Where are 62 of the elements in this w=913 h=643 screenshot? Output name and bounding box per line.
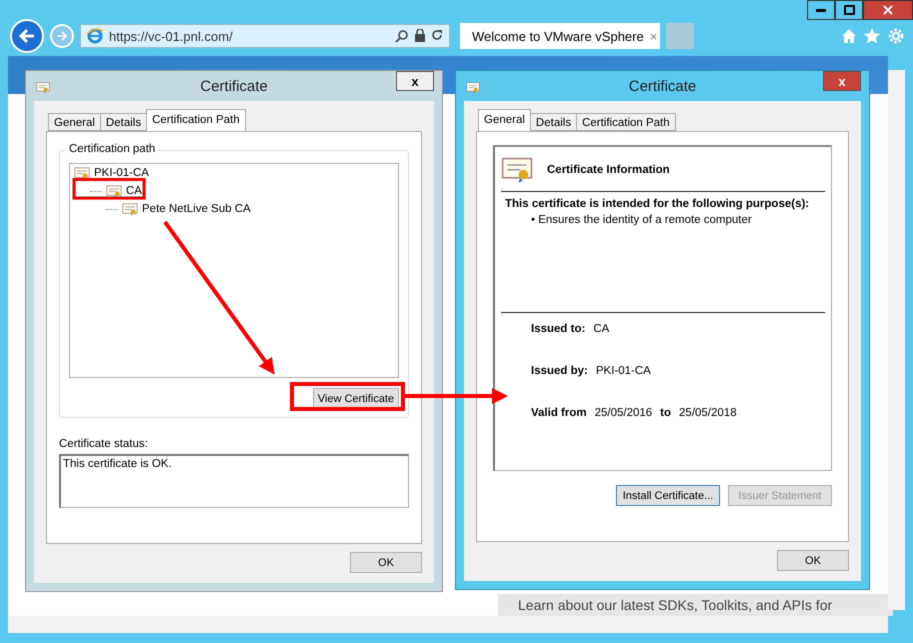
tab[interactable]: Certification Path (576, 113, 676, 131)
settings-icon[interactable] (887, 27, 905, 45)
browser-logo-icon (87, 28, 103, 44)
field-value: 25/05/2016 (594, 406, 652, 419)
certificate-icon (74, 166, 90, 180)
tab-close-button[interactable]: × (650, 28, 658, 44)
horizontal-scrollbar[interactable] (8, 616, 888, 633)
vertical-scrollbar[interactable] (888, 70, 905, 610)
certificate-icon (36, 82, 50, 93)
maximize-icon (844, 5, 854, 15)
minimize-button[interactable] (807, 0, 835, 20)
tab[interactable]: Certification Path (146, 109, 246, 131)
purpose-item: • Ensures the identity of a remote computer (531, 214, 753, 226)
close-icon (883, 5, 893, 15)
close-button[interactable]: x (396, 71, 434, 91)
view-certificate-button[interactable]: View Certificate (312, 388, 399, 409)
tree-item[interactable]: PKI-01-CA (94, 167, 149, 179)
status-label: Certificate status: (59, 438, 149, 450)
minimize-icon (816, 8, 826, 12)
field-value: CA (593, 322, 610, 335)
dialog-title: Certificate (628, 78, 696, 94)
back-button[interactable] (10, 19, 44, 53)
certificate-icon (122, 202, 138, 216)
tree-item[interactable]: Pete NetLive Sub CA (142, 203, 251, 215)
field-label: Valid from (531, 406, 587, 419)
home-icon[interactable] (841, 28, 857, 44)
field-label: to (660, 406, 672, 419)
tab[interactable]: Details (100, 113, 148, 131)
field-value: 25/05/2018 (679, 406, 737, 419)
close-window-button[interactable] (863, 0, 913, 20)
tree-item[interactable]: CA (126, 185, 142, 197)
lock-icon (415, 29, 425, 42)
back-arrow-icon (18, 28, 36, 44)
search-icon[interactable] (395, 29, 409, 43)
certificate-icon (466, 82, 480, 93)
status-text: This certificate is OK. (59, 454, 409, 508)
certificate-icon (501, 157, 533, 183)
footer-text: Learn about our latest SDKs, Toolkits, and APIs for (498, 594, 893, 616)
address-field[interactable]: https://vc-01.pnl.com/ (80, 24, 450, 48)
maximize-button[interactable] (835, 0, 863, 20)
browser-tab[interactable]: Welcome to VMware vSphere × (460, 23, 660, 49)
dialog-button[interactable]: Install Certificate... (616, 485, 720, 506)
forward-button[interactable] (50, 24, 74, 48)
certificate-icon (106, 184, 122, 198)
star-icon[interactable] (863, 27, 881, 45)
tab[interactable]: Details (530, 113, 578, 131)
purpose-heading: This certificate is intended for the following purpose(s): (505, 198, 810, 210)
field-label: Issued by: (531, 364, 588, 377)
ok-button[interactable]: OK (350, 552, 422, 573)
forward-arrow-icon (56, 30, 68, 42)
certificate-tree[interactable]: PKI-01-CA CA Pete NetLive Sub CA (69, 163, 399, 378)
field-value: PKI-01-CA (596, 364, 651, 377)
field-label: Issued to: (531, 322, 586, 335)
group-label: Certification path (66, 143, 158, 155)
dialog-title: Certificate (200, 78, 268, 94)
tab[interactable]: General (48, 113, 101, 131)
refresh-icon[interactable] (431, 29, 443, 41)
tab[interactable]: General (478, 109, 531, 131)
info-title: Certificate Information (547, 164, 670, 176)
ok-button[interactable]: OK (777, 550, 849, 571)
close-button[interactable]: x (823, 71, 861, 91)
new-tab-button[interactable] (666, 23, 694, 49)
